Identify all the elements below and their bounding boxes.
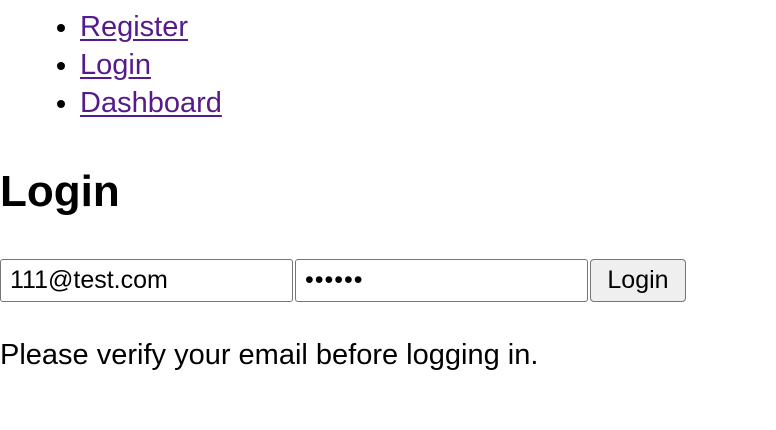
password-field[interactable] [295, 259, 588, 302]
nav-item-register: Register [80, 8, 222, 46]
login-button[interactable]: Login [590, 259, 686, 302]
register-link[interactable]: Register [80, 11, 188, 43]
login-form: Login [0, 259, 686, 302]
nav-item-login: Login [80, 46, 222, 84]
nav-item-dashboard: Dashboard [80, 84, 222, 122]
nav-list: Register Login Dashboard [0, 8, 222, 122]
page-title: Login [0, 167, 120, 216]
login-link[interactable]: Login [80, 49, 151, 81]
status-message: Please verify your email before logging … [0, 339, 539, 371]
email-field[interactable] [0, 259, 293, 302]
dashboard-link[interactable]: Dashboard [80, 87, 222, 119]
